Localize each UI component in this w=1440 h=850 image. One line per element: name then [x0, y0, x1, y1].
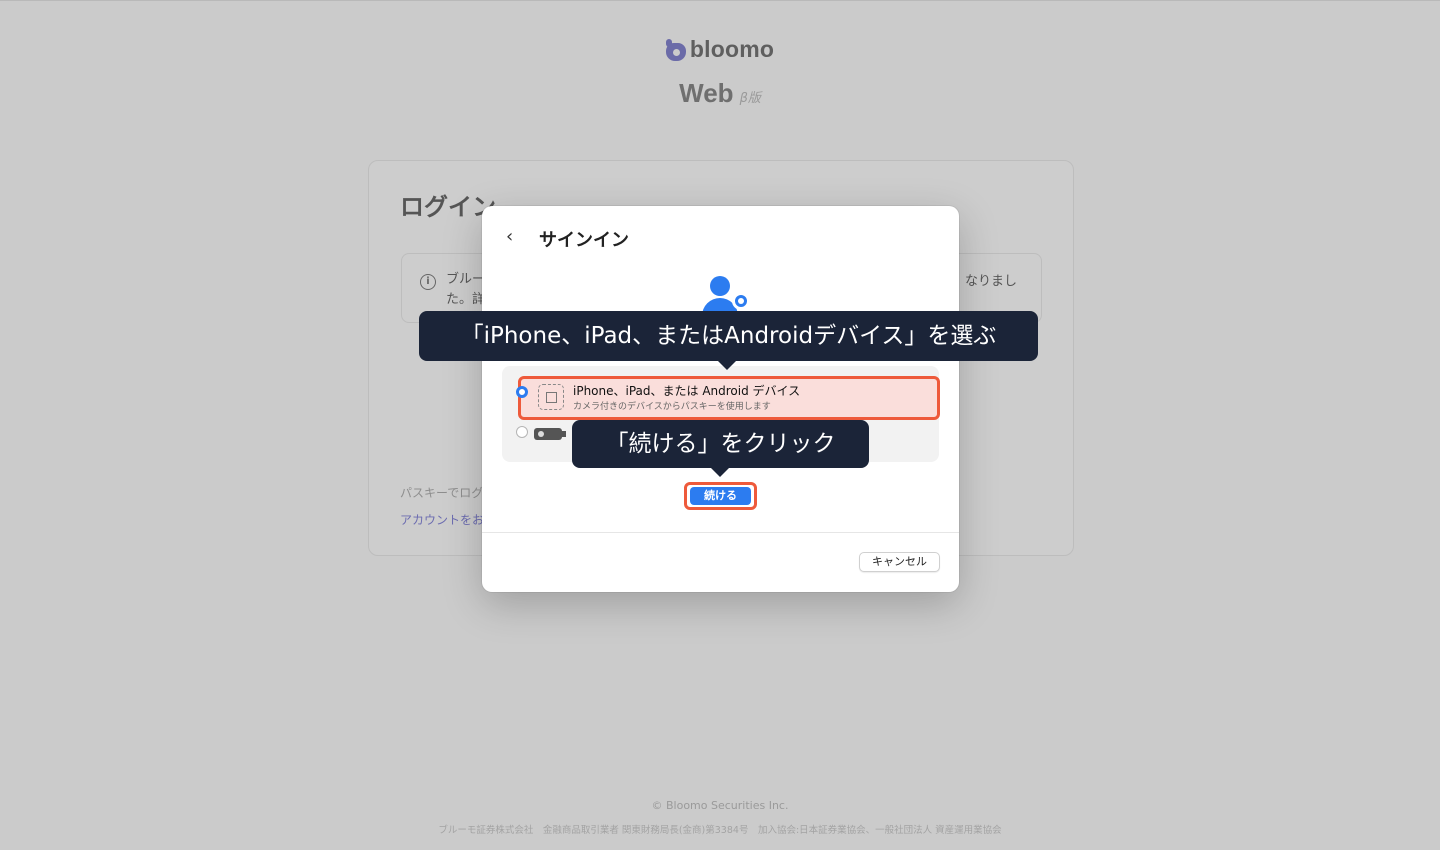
web-title: Web β版 — [0, 78, 1440, 109]
usb-key-icon — [534, 428, 566, 440]
dialog-divider — [482, 532, 959, 533]
info-icon: i — [420, 274, 436, 290]
callout-click-continue: 「続ける」をクリック — [572, 420, 869, 477]
chevron-left-icon: ‹ — [506, 226, 514, 247]
beta-label: β版 — [739, 91, 761, 106]
passkey-text: パスキーでログ — [400, 486, 484, 500]
option-mobile-sub: カメラ付きのデバイスからパスキーを使用します — [573, 402, 771, 412]
notice-text-right: なりまし — [964, 274, 1017, 289]
brand-header: bloomo — [0, 36, 1440, 63]
footer-legal: ブルーモ証券株式会社 金融商品取引業者 関東財務局長(金商)第3384号 加入協… — [438, 825, 1002, 836]
radio-mobile-selected[interactable] — [516, 386, 528, 398]
signin-dialog: ‹ サインイン iPhone、iPad、または Android デバイス カメラ… — [482, 206, 959, 592]
qr-code-icon — [538, 384, 564, 410]
radio-security-key[interactable] — [516, 426, 528, 438]
brand-name: bloomo — [689, 36, 775, 62]
account-link[interactable]: アカウントをお — [400, 511, 484, 528]
cancel-button[interactable]: キャンセル — [859, 552, 940, 572]
option-mobile-label: iPhone、iPad、または Android デバイス — [573, 384, 801, 398]
dialog-title: サインイン — [539, 230, 629, 251]
continue-highlight: 続ける — [684, 482, 757, 510]
option-mobile-device[interactable]: iPhone、iPad、または Android デバイス カメラ付きのデバイスか… — [518, 376, 940, 420]
footer-copyright: © Bloomo Securities Inc. — [651, 799, 789, 812]
continue-button[interactable]: 続ける — [690, 487, 751, 505]
back-button[interactable]: ‹ — [506, 226, 522, 248]
top-border — [0, 0, 1440, 1]
web-label: Web — [679, 78, 734, 108]
bloomo-logo-icon — [665, 38, 686, 61]
callout-select-device: 「iPhone、iPad、またはAndroidデバイス」を選ぶ — [419, 311, 1038, 370]
